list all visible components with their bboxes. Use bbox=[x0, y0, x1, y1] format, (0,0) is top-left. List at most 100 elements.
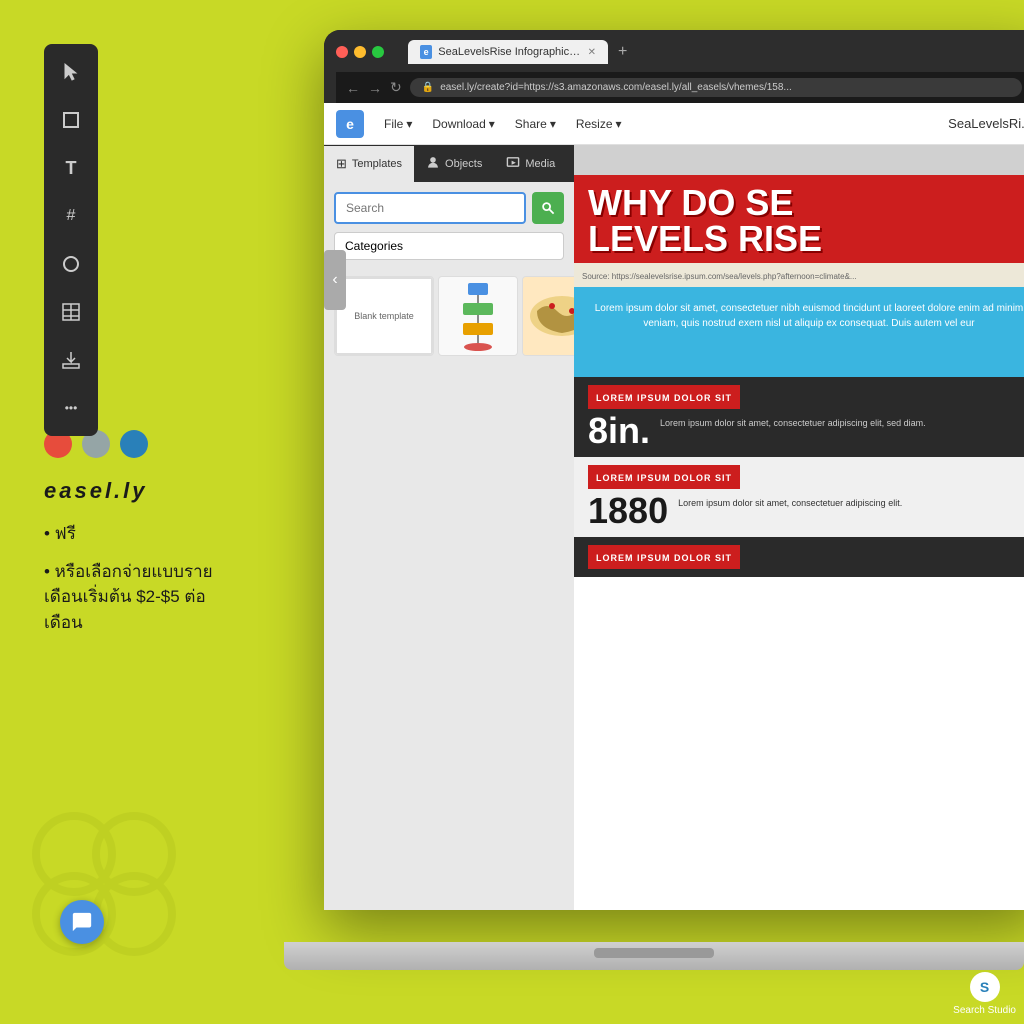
more-tool[interactable]: ••• bbox=[55, 392, 87, 424]
macbook-frame: e SeaLevelsRise Infographic Tem... ✕ + ←… bbox=[284, 30, 1024, 970]
macbook-base bbox=[284, 942, 1024, 970]
side-panel: ⊞ Templates Objects Media bbox=[324, 145, 574, 910]
resize-label: Resize bbox=[576, 117, 613, 131]
canvas-top-margin bbox=[574, 145, 1024, 175]
back-nav-btn[interactable]: ← bbox=[346, 80, 360, 96]
template-list: Blank template bbox=[324, 270, 574, 362]
file-menu[interactable]: File ▾ bbox=[376, 113, 420, 135]
stat1-content: 8in. Lorem ipsum dolor sit amet, consect… bbox=[588, 413, 1024, 449]
text-tool[interactable]: T bbox=[55, 152, 87, 184]
upload-tool[interactable] bbox=[55, 344, 87, 376]
stat2-number: 1880 bbox=[588, 493, 668, 529]
objects-label: Objects bbox=[445, 158, 482, 170]
file-arrow: ▾ bbox=[406, 117, 412, 131]
cursor-tool[interactable] bbox=[55, 56, 87, 88]
browser-window: e SeaLevelsRise Infographic Tem... ✕ + ←… bbox=[324, 30, 1024, 910]
flowchart-preview bbox=[439, 277, 517, 355]
forward-nav-btn[interactable]: → bbox=[368, 80, 382, 96]
tab-media[interactable]: Media bbox=[494, 145, 567, 182]
search-input[interactable] bbox=[334, 192, 526, 224]
stat1-desc: Lorem ipsum dolor sit amet, consectetuer… bbox=[660, 413, 1024, 430]
resize-arrow: ▾ bbox=[616, 117, 622, 131]
infographic-red-header: WHY DO SE LEVELS RISE bbox=[574, 175, 1024, 263]
infographic-title-line2: LEVELS RISE bbox=[588, 221, 1024, 257]
stat2-label-bar: LOREM IPSUM DOLOR SIT bbox=[588, 465, 740, 489]
lock-icon: 🔒 bbox=[422, 82, 434, 93]
media-label: Media bbox=[525, 158, 555, 170]
chat-button[interactable] bbox=[60, 900, 104, 944]
watermark: S Search Studio bbox=[953, 972, 1016, 1016]
media-icon bbox=[506, 155, 520, 172]
stat3-section: LOREM IPSUM DOLOR SIT bbox=[574, 537, 1024, 577]
wave-text: Lorem ipsum dolor sit amet, consectetuer… bbox=[588, 301, 1024, 331]
watermark-icon: S bbox=[970, 972, 1000, 1002]
left-toolbar: T # ••• bbox=[44, 44, 98, 436]
search-area: Categories bbox=[324, 182, 574, 270]
stat2-section: LOREM IPSUM DOLOR SIT 1880 Lorem ipsum d… bbox=[574, 457, 1024, 537]
new-tab-btn[interactable]: + bbox=[612, 43, 633, 61]
address-bar-row: ← → ↻ 🔒 easel.ly/create?id=https://s3.am… bbox=[336, 72, 1024, 103]
refresh-btn[interactable]: ↻ bbox=[390, 79, 402, 96]
stat1-number: 8in. bbox=[588, 413, 650, 449]
blank-template[interactable]: Blank template bbox=[334, 276, 434, 356]
panel-nav: Blank template bbox=[324, 270, 574, 362]
flowchart-template[interactable] bbox=[438, 276, 518, 356]
grid-tool[interactable]: # bbox=[55, 200, 87, 232]
source-bar: Source: https://sealevelsrise.ipsum.com/… bbox=[574, 263, 1024, 287]
close-traffic-light[interactable] bbox=[336, 46, 348, 58]
tab-title: SeaLevelsRise Infographic Tem... bbox=[438, 46, 581, 58]
infographic-title-line1: WHY DO SE bbox=[588, 185, 1024, 221]
stat1-section: LOREM IPSUM DOLOR SIT 8in. Lorem ipsum d… bbox=[574, 377, 1024, 457]
stat2-label: LOREM IPSUM DOLOR SIT bbox=[596, 473, 732, 483]
tab-templates[interactable]: ⊞ Templates bbox=[324, 146, 414, 182]
minimize-traffic-light[interactable] bbox=[354, 46, 366, 58]
infographic-container: WHY DO SE LEVELS RISE Source: https://se… bbox=[574, 175, 1024, 910]
share-arrow: ▾ bbox=[550, 117, 556, 131]
categories-select[interactable]: Categories bbox=[334, 232, 564, 260]
table-tool[interactable] bbox=[55, 296, 87, 328]
shape-tool[interactable] bbox=[55, 248, 87, 280]
title-bar: e SeaLevelsRise Infographic Tem... ✕ + bbox=[336, 40, 1024, 64]
canvas-area: WHY DO SE LEVELS RISE Source: https://se… bbox=[574, 145, 1024, 910]
download-menu[interactable]: Download ▾ bbox=[424, 113, 502, 135]
categories-row: Categories bbox=[334, 232, 564, 260]
watermark-text: Search Studio bbox=[953, 1005, 1016, 1016]
traffic-lights bbox=[336, 46, 384, 58]
tab-backgrounds[interactable]: ▨ Backgrounds bbox=[567, 146, 574, 182]
search-button[interactable] bbox=[532, 192, 564, 224]
stat1-label: LOREM IPSUM DOLOR SIT bbox=[596, 393, 732, 403]
stat3-label: LOREM IPSUM DOLOR SIT bbox=[596, 553, 732, 563]
tab-favicon: e bbox=[420, 45, 432, 59]
tab-objects[interactable]: Objects bbox=[414, 145, 494, 182]
blue-dot[interactable] bbox=[120, 430, 148, 458]
app-document-title: SeaLevelsRi... bbox=[948, 116, 1024, 131]
file-label: File bbox=[384, 117, 403, 131]
tabs-bar: e SeaLevelsRise Infographic Tem... ✕ + bbox=[408, 40, 633, 64]
active-tab[interactable]: e SeaLevelsRise Infographic Tem... ✕ bbox=[408, 40, 608, 64]
wave-section: Lorem ipsum dolor sit amet, consectetuer… bbox=[574, 287, 1024, 377]
frame-tool[interactable] bbox=[55, 104, 87, 136]
share-menu[interactable]: Share ▾ bbox=[507, 113, 564, 135]
flower-decoration bbox=[24, 804, 184, 964]
source-text: Source: https://sealevelsrise.ipsum.com/… bbox=[582, 272, 857, 281]
pricing-paid: • หรือเลือกจ่ายแบบรายเดือนเริ่มต้น $2-$5… bbox=[44, 559, 244, 636]
objects-icon bbox=[426, 155, 440, 172]
tab-close-btn[interactable]: ✕ bbox=[588, 47, 596, 58]
worldmap-template[interactable] bbox=[522, 276, 574, 356]
macbook-notch bbox=[594, 948, 714, 958]
brand-name: easel.ly bbox=[44, 478, 148, 504]
pricing-info: • ฟรี • หรือเลือกจ่ายแบบรายเดือนเริ่มต้น… bbox=[44, 520, 244, 645]
resize-menu[interactable]: Resize ▾ bbox=[568, 113, 630, 135]
app-logo-letter: e bbox=[346, 116, 354, 132]
app-toolbar: e File ▾ Download ▾ Share ▾ Resize ▾ Sea… bbox=[324, 103, 1024, 145]
address-bar[interactable]: 🔒 easel.ly/create?id=https://s3.amazonaw… bbox=[410, 78, 1022, 97]
maximize-traffic-light[interactable] bbox=[372, 46, 384, 58]
search-row bbox=[334, 192, 564, 224]
stat1-label-bar: LOREM IPSUM DOLOR SIT bbox=[588, 385, 740, 409]
app-logo: e bbox=[336, 110, 364, 138]
blank-template-preview: Blank template bbox=[335, 277, 433, 355]
address-text: easel.ly/create?id=https://s3.amazonaws.… bbox=[440, 82, 792, 93]
pricing-free: • ฟรี bbox=[44, 520, 244, 549]
download-label: Download bbox=[432, 117, 485, 131]
back-button[interactable]: ‹ bbox=[324, 250, 346, 310]
